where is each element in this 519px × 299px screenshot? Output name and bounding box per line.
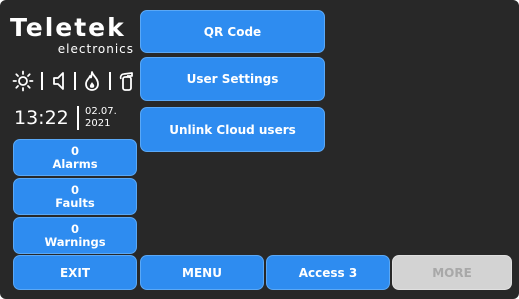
- logo-subtitle: electronics: [57, 42, 134, 56]
- access-level-button[interactable]: Access 3: [266, 255, 390, 290]
- unlink-cloud-users-button[interactable]: Unlink Cloud users: [140, 107, 325, 152]
- divider: [73, 72, 76, 90]
- flame-icon: [83, 70, 101, 92]
- menu-button[interactable]: MENU: [140, 255, 264, 290]
- clock-date-day-month: 02.07.: [85, 106, 117, 117]
- clock-time: 13:22: [14, 107, 69, 129]
- qr-code-button[interactable]: QR Code: [140, 10, 325, 53]
- alarms-count: 0: [70, 143, 79, 158]
- warnings-counter-button[interactable]: 0 Warnings: [13, 217, 137, 254]
- user-settings-button[interactable]: User Settings: [140, 57, 325, 101]
- divider: [77, 106, 79, 130]
- teletek-logo: Teletek electronics: [10, 14, 138, 62]
- clock-display: 13:22 02.07. 2021: [14, 104, 138, 134]
- alarms-label: Alarms: [52, 156, 98, 171]
- sun-icon: [12, 70, 34, 92]
- speaker-icon: [51, 70, 67, 92]
- warnings-label: Warnings: [44, 234, 106, 249]
- clock-date-year: 2021: [85, 118, 111, 129]
- faults-label: Faults: [55, 195, 95, 210]
- faults-count: 0: [70, 182, 79, 197]
- divider: [41, 72, 44, 90]
- logo-brand: Teletek: [10, 13, 126, 42]
- alarms-counter-button[interactable]: 0 Alarms: [13, 139, 137, 176]
- panel-screen: Teletek electronics 13:22 02.07. 2021 0 …: [0, 0, 519, 299]
- status-icons-row: [12, 68, 136, 94]
- exit-button[interactable]: EXIT: [13, 255, 137, 290]
- divider: [108, 72, 111, 90]
- fire-extinguisher-icon: [118, 70, 136, 92]
- faults-counter-button[interactable]: 0 Faults: [13, 178, 137, 215]
- more-button[interactable]: MORE: [392, 255, 512, 290]
- warnings-count: 0: [70, 221, 79, 236]
